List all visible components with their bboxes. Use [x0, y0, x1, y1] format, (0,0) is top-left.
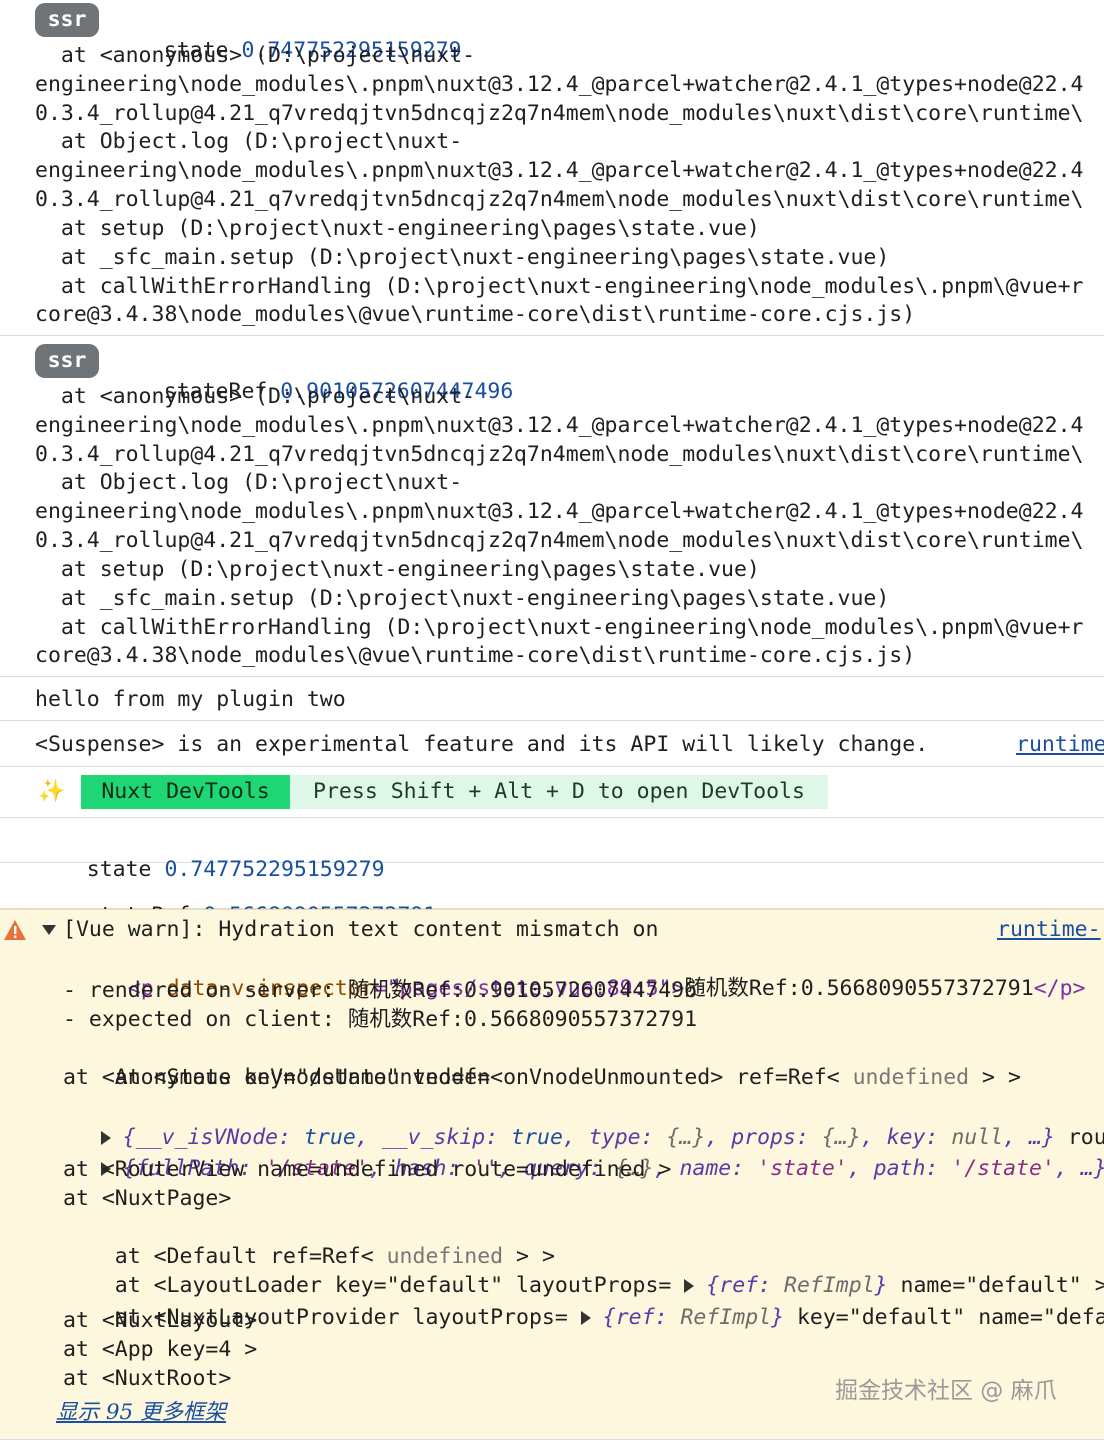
stack-line: at setup (D:\project\nuxt-engineering\pa… — [35, 216, 760, 241]
console-message-client-state: state 0.747752295159279 — [0, 818, 1104, 882]
console-message-ssr-stateref: ssr stateRef 0.9010572607447496 at <anon… — [0, 341, 1104, 677]
console-message-plugin: hello from my plugin two — [0, 677, 1104, 721]
component-trace-line: at <NuxtRoot> — [63, 1366, 232, 1391]
warning-title: [Vue warn]: Hydration text content misma… — [63, 917, 659, 942]
watermark: 掘金技术社区 @ 麻爪 — [835, 1378, 1057, 1404]
stack-line: 0.3.4_rollup@4.21_q7vredqjtvn5dncqjz2q7n… — [35, 442, 1084, 467]
tag-close: </p> — [1033, 976, 1086, 1001]
stack-line: at <anonymous> (D:\project\nuxt- — [35, 384, 476, 409]
stack-line: 0.3.4_rollup@4.21_q7vredqjtvn5dncqjz2q7n… — [35, 187, 1084, 212]
expand-arrow-icon[interactable] — [580, 1311, 591, 1325]
component-trace-line: at <NuxtPage> — [63, 1186, 232, 1211]
stack-line: at callWithErrorHandling (D:\project\nux… — [35, 274, 1084, 299]
console-message-ssr-state: ssr state 0.747752295159279 at <anonymou… — [0, 0, 1104, 336]
stack-line: core@3.4.38\node_modules\@vue\runtime-co… — [35, 643, 916, 668]
stack-line: engineering\node_modules\.pnpm\nuxt@3.12… — [35, 72, 1084, 97]
source-link[interactable]: runtime- — [997, 915, 1101, 944]
ssr-badge: ssr — [35, 344, 99, 378]
stack-line: at _sfc_main.setup (D:\project\nuxt-engi… — [35, 245, 890, 270]
console-message-client-stateref: stateRef 0.5668090557372791 — [0, 863, 1104, 928]
client-expected-line: - expected on client: 随机数Ref:0.566809055… — [63, 1007, 698, 1032]
ssr-badge: ssr — [35, 3, 99, 37]
component-trace-line: at <App key=4 > — [63, 1337, 258, 1362]
stack-line: engineering\node_modules\.pnpm\nuxt@3.12… — [35, 413, 1084, 438]
show-more-frames-link[interactable]: 显示 95 更多框架 — [56, 1398, 226, 1427]
stack-line: at _sfc_main.setup (D:\project\nuxt-engi… — [35, 586, 890, 611]
console-message-suspense: <Suspense> is an experimental feature an… — [0, 721, 1104, 767]
warning-icon — [4, 920, 26, 940]
stack-line: at callWithErrorHandling (D:\project\nux… — [35, 615, 1084, 640]
console-warning-hydration: [Vue warn]: Hydration text content misma… — [0, 909, 1104, 1440]
component-trace-line: at <NuxtLayout> — [63, 1308, 258, 1333]
suspense-text: <Suspense> is an experimental feature an… — [35, 732, 929, 757]
stack-line: at <anonymous> (D:\project\nuxt- — [35, 43, 476, 68]
component-trace-line: at <RouterView name=undefined route=unde… — [63, 1157, 672, 1182]
console-message-devtools: ✨ Nuxt DevTools Press Shift + Alt + D to… — [0, 767, 1104, 818]
source-link[interactable]: runtime — [1016, 730, 1104, 759]
sparkle-icon: ✨ — [38, 779, 66, 804]
stack-line: engineering\node_modules\.pnpm\nuxt@3.12… — [35, 158, 1084, 183]
element-text: 随机数Ref:0.5668090557372791 — [684, 976, 1034, 1001]
stack-line: engineering\node_modules\.pnpm\nuxt@3.12… — [35, 499, 1084, 524]
stack-line: core@3.4.38\node_modules\@vue\runtime-co… — [35, 302, 916, 327]
stack-line: at Object.log (D:\project\nuxt- — [35, 129, 463, 154]
server-rendered-line: - rendered on server: 随机数Ref:0.901057260… — [63, 978, 698, 1003]
plugin-text: hello from my plugin two — [35, 687, 346, 712]
stack-line: at Object.log (D:\project\nuxt- — [35, 470, 463, 495]
stack-line: 0.3.4_rollup@4.21_q7vredqjtvn5dncqjz2q7n… — [35, 101, 1084, 126]
stack-line: at setup (D:\project\nuxt-engineering\pa… — [35, 557, 760, 582]
devtools-hint: Press Shift + Alt + D to open DevTools — [290, 775, 828, 809]
nuxt-devtools-label: Nuxt DevTools — [81, 775, 290, 809]
expand-toggle-icon[interactable] — [42, 925, 56, 935]
component-trace-line: at <Anonymous key="/state" vnode= — [63, 1065, 491, 1090]
stack-line: 0.3.4_rollup@4.21_q7vredqjtvn5dncqjz2q7n… — [35, 528, 1084, 553]
